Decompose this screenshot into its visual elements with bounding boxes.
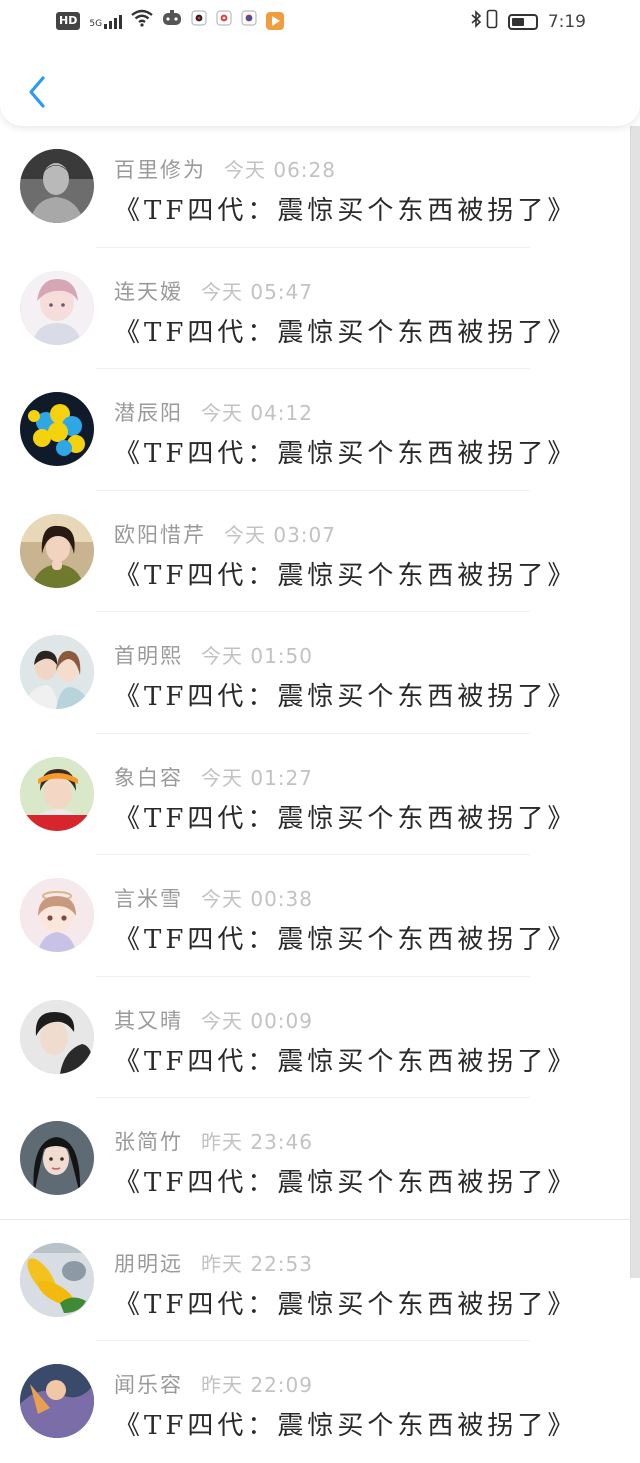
avatar[interactable] <box>20 392 94 466</box>
list-item[interactable]: 朋明远 昨天 22:53 《TF四代：震惊买个东西被拐了》 <box>0 1220 640 1341</box>
list-item[interactable]: 其又晴 今天 00:09 《TF四代：震惊买个东西被拐了》 <box>0 977 640 1098</box>
avatar[interactable] <box>20 149 94 223</box>
message-text: 《TF四代：震惊买个东西被拐了》 <box>114 196 578 226</box>
list-item[interactable]: 张简竹 昨天 23:46 《TF四代：震惊买个东西被拐了》 <box>0 1098 640 1220</box>
top-bar: HD 5G 7:19 <box>0 0 640 126</box>
notification-app-icon-1 <box>191 10 207 31</box>
avatar[interactable] <box>20 635 94 709</box>
message-text: 《TF四代：震惊买个东西被拐了》 <box>114 1289 578 1320</box>
battery-icon <box>507 13 538 30</box>
list-item[interactable]: 百里修为 今天 06:28 《TF四代：震惊买个东西被拐了》 <box>0 126 640 248</box>
sender-name: 潜辰阳 <box>114 401 183 425</box>
vibrate-icon <box>486 9 498 34</box>
message-text: 《TF四代：震惊买个东西被拐了》 <box>114 560 578 591</box>
avatar[interactable] <box>20 513 94 588</box>
message-text: 《TF四代：震惊买个东西被拐了》 <box>114 1411 578 1441</box>
sender-name: 首明熙 <box>114 644 183 668</box>
sender-name: 朋明远 <box>114 1251 183 1276</box>
message-text: 《TF四代：震惊买个东西被拐了》 <box>114 1046 578 1077</box>
list-item[interactable]: 象白容 今天 01:27 《TF四代：震惊买个东西被拐了》 <box>0 734 640 855</box>
sender-name: 欧阳惜芹 <box>114 522 206 547</box>
sender-name: 张简竹 <box>114 1130 183 1154</box>
notification-video-icon <box>266 11 285 30</box>
message-text: 《TF四代：震惊买个东西被拐了》 <box>114 317 578 348</box>
clock: 7:19 <box>547 11 586 32</box>
list-item[interactable]: 闻乐容 昨天 22:09 《TF四代：震惊买个东西被拐了》 <box>0 1341 640 1463</box>
message-time: 昨天 22:53 <box>201 1251 313 1276</box>
list-item[interactable]: 潜辰阳 今天 04:12 《TF四代：震惊买个东西被拐了》 <box>0 369 640 491</box>
message-time: 昨天 22:09 <box>201 1373 313 1397</box>
network-type: 5G <box>89 18 103 29</box>
bluetooth-icon <box>470 10 482 33</box>
message-text: 《TF四代：震惊买个东西被拐了》 <box>114 682 578 712</box>
avatar[interactable] <box>20 756 94 831</box>
list-item[interactable]: 连天嫒 今天 05:47 《TF四代：震惊买个东西被拐了》 <box>0 248 640 369</box>
message-time: 昨天 23:46 <box>201 1130 313 1154</box>
message-text: 《TF四代：震惊买个东西被拐了》 <box>114 439 578 469</box>
avatar[interactable] <box>20 1364 94 1438</box>
avatar[interactable] <box>20 878 94 952</box>
message-text: 《TF四代：震惊买个东西被拐了》 <box>114 925 578 955</box>
sender-name: 闻乐容 <box>114 1373 183 1397</box>
sender-name: 百里修为 <box>114 158 206 182</box>
sender-name: 其又晴 <box>114 1008 183 1033</box>
message-time: 今天 05:47 <box>201 279 313 304</box>
message-time: 今天 06:28 <box>224 158 336 182</box>
message-list: 百里修为 今天 06:28 《TF四代：震惊买个东西被拐了》 连天嫒 今天 05… <box>0 126 640 1463</box>
list-item[interactable]: 欧阳惜芹 今天 03:07 《TF四代：震惊买个东西被拐了》 <box>0 491 640 612</box>
list-item[interactable]: 言米雪 今天 00:38 《TF四代：震惊买个东西被拐了》 <box>0 855 640 977</box>
list-item[interactable]: 首明熙 今天 01:50 《TF四代：震惊买个东西被拐了》 <box>0 612 640 734</box>
message-time: 今天 04:12 <box>201 401 313 425</box>
status-bar: HD 5G 7:19 <box>0 0 640 44</box>
sender-name: 象白容 <box>114 765 183 790</box>
message-time: 今天 00:38 <box>201 887 313 911</box>
back-button[interactable] <box>22 72 52 112</box>
message-time: 今天 00:09 <box>201 1008 313 1033</box>
avatar[interactable] <box>20 270 94 345</box>
hd-badge: HD <box>56 11 81 30</box>
sender-name: 言米雪 <box>114 887 183 911</box>
notification-app-icon-3 <box>241 10 257 31</box>
message-time: 今天 01:27 <box>201 765 313 790</box>
notification-app-icon-2 <box>216 10 232 31</box>
avatar[interactable] <box>20 999 94 1074</box>
notification-game-icon <box>162 10 182 31</box>
avatar[interactable] <box>20 1242 94 1317</box>
message-text: 《TF四代：震惊买个东西被拐了》 <box>114 803 578 834</box>
wifi-icon <box>131 9 153 32</box>
signal-icon <box>104 13 123 29</box>
avatar[interactable] <box>20 1121 94 1195</box>
chevron-left-icon <box>29 76 45 108</box>
message-time: 今天 03:07 <box>224 522 336 547</box>
message-time: 今天 01:50 <box>201 644 313 668</box>
scrollbar[interactable] <box>630 126 640 1278</box>
sender-name: 连天嫒 <box>114 279 183 304</box>
message-text: 《TF四代：震惊买个东西被拐了》 <box>114 1168 578 1198</box>
